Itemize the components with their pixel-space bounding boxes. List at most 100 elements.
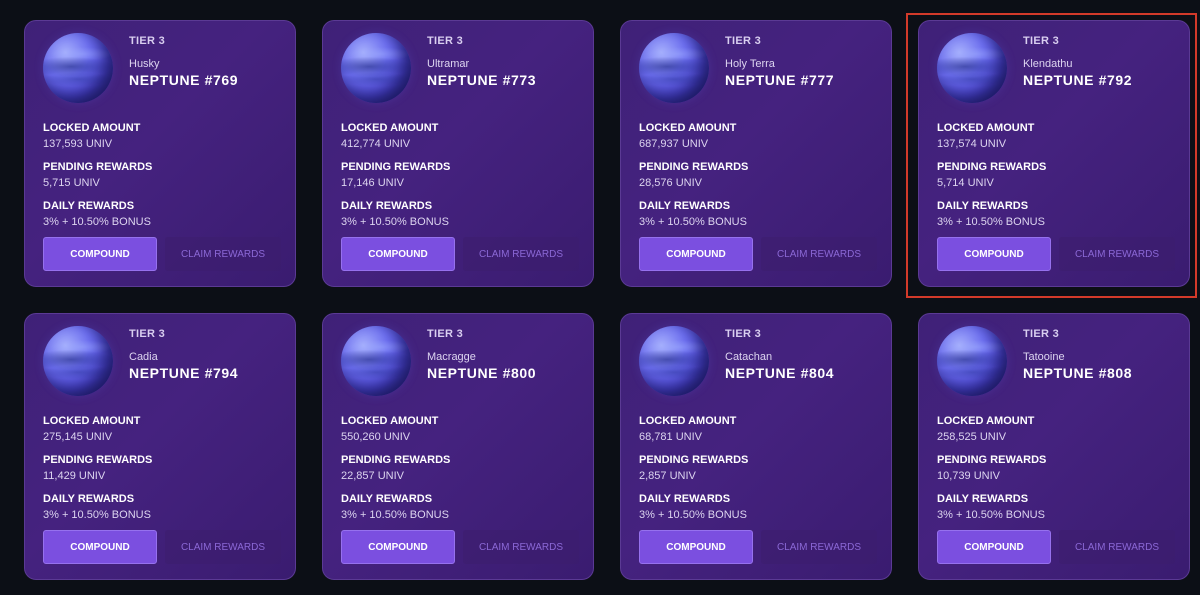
pending-rewards-value: 17,146 UNIV — [341, 177, 404, 189]
compound-button[interactable]: COMPOUND — [937, 237, 1051, 271]
locked-amount-label: LOCKED AMOUNT — [341, 122, 439, 134]
neptune-planet-icon — [639, 326, 709, 396]
locked-amount-label: LOCKED AMOUNT — [43, 122, 141, 134]
node-card: TIER 3 Macragge NEPTUNE #800 LOCKED AMOU… — [322, 313, 594, 580]
daily-rewards-value: 3% + 10.50% BONUS — [937, 216, 1045, 228]
daily-rewards-label: DAILY REWARDS — [639, 200, 731, 212]
tier-label: TIER 3 — [725, 328, 762, 340]
neptune-planet-icon — [43, 33, 113, 103]
node-title: NEPTUNE #808 — [1023, 365, 1133, 381]
node-title: NEPTUNE #800 — [427, 365, 537, 381]
daily-rewards-label: DAILY REWARDS — [937, 200, 1029, 212]
node-card: TIER 3 Tatooine NEPTUNE #808 LOCKED AMOU… — [918, 313, 1190, 580]
pending-rewards-value: 22,857 UNIV — [341, 470, 404, 482]
locked-amount-label: LOCKED AMOUNT — [639, 415, 737, 427]
pending-rewards-value: 2,857 UNIV — [639, 470, 696, 482]
node-title: NEPTUNE #804 — [725, 365, 835, 381]
pending-rewards-label: PENDING REWARDS — [341, 161, 451, 173]
locked-amount-value: 275,145 UNIV — [43, 431, 113, 443]
neptune-planet-icon — [937, 326, 1007, 396]
daily-rewards-value: 3% + 10.50% BONUS — [341, 216, 449, 228]
node-card: TIER 3 Ultramar NEPTUNE #773 LOCKED AMOU… — [322, 20, 594, 287]
node-nickname: Husky — [129, 58, 160, 70]
pending-rewards-value: 5,714 UNIV — [937, 177, 994, 189]
pending-rewards-value: 5,715 UNIV — [43, 177, 100, 189]
pending-rewards-label: PENDING REWARDS — [43, 161, 153, 173]
daily-rewards-value: 3% + 10.50% BONUS — [639, 216, 747, 228]
daily-rewards-label: DAILY REWARDS — [341, 493, 433, 505]
daily-rewards-value: 3% + 10.50% BONUS — [639, 509, 747, 521]
node-nickname: Holy Terra — [725, 58, 775, 70]
tier-label: TIER 3 — [427, 35, 464, 47]
tier-label: TIER 3 — [129, 328, 166, 340]
node-card: TIER 3 Catachan NEPTUNE #804 LOCKED AMOU… — [620, 313, 892, 580]
daily-rewards-value: 3% + 10.50% BONUS — [43, 509, 151, 521]
pending-rewards-label: PENDING REWARDS — [937, 161, 1047, 173]
node-title: NEPTUNE #794 — [129, 365, 239, 381]
daily-rewards-value: 3% + 10.50% BONUS — [43, 216, 151, 228]
compound-button[interactable]: COMPOUND — [639, 530, 753, 564]
node-title: NEPTUNE #769 — [129, 72, 239, 88]
node-card: TIER 3 Klendathu NEPTUNE #792 LOCKED AMO… — [918, 20, 1190, 287]
node-card: TIER 3 Holy Terra NEPTUNE #777 LOCKED AM… — [620, 20, 892, 287]
neptune-planet-icon — [937, 33, 1007, 103]
locked-amount-label: LOCKED AMOUNT — [341, 415, 439, 427]
locked-amount-value: 687,937 UNIV — [639, 138, 709, 150]
claim-rewards-button[interactable]: CLAIM REWARDS — [761, 237, 877, 271]
pending-rewards-label: PENDING REWARDS — [43, 454, 153, 466]
daily-rewards-label: DAILY REWARDS — [937, 493, 1029, 505]
node-title: NEPTUNE #777 — [725, 72, 835, 88]
locked-amount-value: 68,781 UNIV — [639, 431, 702, 443]
daily-rewards-label: DAILY REWARDS — [341, 200, 433, 212]
compound-button[interactable]: COMPOUND — [341, 237, 455, 271]
node-nickname: Ultramar — [427, 58, 470, 70]
node-title: NEPTUNE #773 — [427, 72, 537, 88]
node-nickname: Macragge — [427, 351, 476, 363]
locked-amount-value: 550,260 UNIV — [341, 431, 411, 443]
tier-label: TIER 3 — [725, 35, 762, 47]
neptune-planet-icon — [639, 33, 709, 103]
daily-rewards-label: DAILY REWARDS — [43, 200, 135, 212]
compound-button[interactable]: COMPOUND — [639, 237, 753, 271]
node-nickname: Klendathu — [1023, 58, 1073, 70]
claim-rewards-button[interactable]: CLAIM REWARDS — [1059, 237, 1175, 271]
locked-amount-label: LOCKED AMOUNT — [937, 122, 1035, 134]
locked-amount-value: 137,593 UNIV — [43, 138, 113, 150]
pending-rewards-value: 10,739 UNIV — [937, 470, 1000, 482]
claim-rewards-button[interactable]: CLAIM REWARDS — [463, 237, 579, 271]
claim-rewards-button[interactable]: CLAIM REWARDS — [463, 530, 579, 564]
node-nickname: Tatooine — [1023, 351, 1065, 363]
pending-rewards-label: PENDING REWARDS — [639, 161, 749, 173]
tier-label: TIER 3 — [427, 328, 464, 340]
node-card: TIER 3 Husky NEPTUNE #769 LOCKED AMOUNT … — [24, 20, 296, 287]
pending-rewards-label: PENDING REWARDS — [341, 454, 451, 466]
locked-amount-label: LOCKED AMOUNT — [937, 415, 1035, 427]
node-nickname: Catachan — [725, 351, 773, 363]
tier-label: TIER 3 — [1023, 328, 1060, 340]
compound-button[interactable]: COMPOUND — [937, 530, 1051, 564]
pending-rewards-value: 11,429 UNIV — [43, 470, 106, 482]
compound-button[interactable]: COMPOUND — [341, 530, 455, 564]
claim-rewards-button[interactable]: CLAIM REWARDS — [165, 237, 281, 271]
daily-rewards-label: DAILY REWARDS — [639, 493, 731, 505]
pending-rewards-label: PENDING REWARDS — [937, 454, 1047, 466]
node-title: NEPTUNE #792 — [1023, 72, 1133, 88]
daily-rewards-label: DAILY REWARDS — [43, 493, 135, 505]
locked-amount-label: LOCKED AMOUNT — [43, 415, 141, 427]
daily-rewards-value: 3% + 10.50% BONUS — [341, 509, 449, 521]
tier-label: TIER 3 — [1023, 35, 1060, 47]
claim-rewards-button[interactable]: CLAIM REWARDS — [165, 530, 281, 564]
compound-button[interactable]: COMPOUND — [43, 530, 157, 564]
node-nickname: Cadia — [129, 351, 158, 363]
node-card-grid: TIER 3 Husky NEPTUNE #769 LOCKED AMOUNT … — [0, 0, 1200, 595]
neptune-planet-icon — [341, 33, 411, 103]
daily-rewards-value: 3% + 10.50% BONUS — [937, 509, 1045, 521]
compound-button[interactable]: COMPOUND — [43, 237, 157, 271]
claim-rewards-button[interactable]: CLAIM REWARDS — [1059, 530, 1175, 564]
locked-amount-value: 412,774 UNIV — [341, 138, 411, 150]
locked-amount-value: 258,525 UNIV — [937, 431, 1007, 443]
locked-amount-value: 137,574 UNIV — [937, 138, 1007, 150]
neptune-planet-icon — [341, 326, 411, 396]
tier-label: TIER 3 — [129, 35, 166, 47]
claim-rewards-button[interactable]: CLAIM REWARDS — [761, 530, 877, 564]
